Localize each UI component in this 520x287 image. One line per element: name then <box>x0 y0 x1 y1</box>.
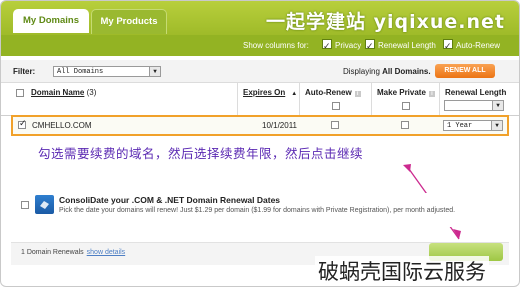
renewal-length-header: Renewal Length <box>445 88 507 97</box>
filter-select[interactable]: All Domains ▼ <box>53 66 161 77</box>
show-columns-bar: Show columns for: Privacy Renewal Length… <box>1 35 519 57</box>
row-select-checkbox[interactable] <box>18 118 27 129</box>
chevron-down-icon: ▼ <box>492 101 503 110</box>
filter-label: Filter: <box>13 67 36 76</box>
domain-name-cell[interactable]: CMHELLO.COM <box>32 117 92 134</box>
annotation-text: 勾选需要续费的域名，然后选择续费年限，然后点击继续 <box>38 146 364 161</box>
expires-cell: 10/1/2011 <box>262 121 297 130</box>
tab-my-products[interactable]: My Products <box>91 9 167 34</box>
make-private-all-checkbox[interactable] <box>402 102 410 110</box>
col-expires-on: Expires On ▲ <box>237 83 299 115</box>
displaying-value: All Domains. <box>382 67 431 76</box>
consolidate-title: ConsoliDate your .COM & .NET Domain Rene… <box>59 195 281 205</box>
tab-my-domains[interactable]: My Domains <box>13 9 89 33</box>
row-renewal-length-select[interactable]: 1 Year ▼ <box>443 120 503 131</box>
auto-renew-all-checkbox[interactable] <box>332 102 340 110</box>
privacy-checkbox[interactable] <box>322 36 332 57</box>
header-band: My Domains My Products 一起学建站 yiqixue.net… <box>1 1 519 57</box>
info-icon[interactable]: i <box>354 91 361 97</box>
column-option-privacy[interactable]: Privacy <box>322 35 362 57</box>
info-icon[interactable]: i <box>428 91 435 97</box>
row-make-private-checkbox[interactable] <box>401 121 409 129</box>
domain-manager-panel: My Domains My Products 一起学建站 yiqixue.net… <box>0 0 520 287</box>
show-details-link[interactable]: show details <box>87 249 126 256</box>
col-auto-renew: Auto-Renew i <box>299 83 371 115</box>
row-renewal-length-value: 1 Year <box>447 122 473 130</box>
auto-renew-header: Auto-Renew i <box>305 88 361 97</box>
renewal-length-checkbox[interactable] <box>365 36 375 57</box>
displaying-prefix: Displaying <box>343 67 383 76</box>
make-private-header-label: Make Private <box>377 88 426 97</box>
consolidate-checkbox[interactable] <box>21 201 29 209</box>
consolidate-logo-icon <box>35 195 54 214</box>
renewal-count-text: 1 Domain Renewals <box>21 249 84 256</box>
expires-on-header[interactable]: Expires On ▲ <box>243 88 297 97</box>
domain-count: (3) <box>86 88 97 97</box>
displaying-text: Displaying All Domains. <box>343 67 431 76</box>
sort-up-icon: ▲ <box>291 91 298 97</box>
brand-overlay-text: 破蜗壳国际云服务 <box>315 256 489 286</box>
show-columns-label: Show columns for: <box>243 41 309 50</box>
renewal-length-all-select[interactable]: ▼ <box>444 100 504 111</box>
watermark-text: 一起学建站 yiqixue.net <box>265 11 505 33</box>
table-row: CMHELLO.COM 10/1/2011 1 Year ▼ <box>11 115 509 136</box>
table-header: Domain Name (3) Expires On ▲ Auto-Renew i … <box>1 83 519 116</box>
renewal-length-option-label: Renewal Length <box>378 41 436 50</box>
privacy-option-label: Privacy <box>335 41 362 50</box>
consolidate-description: Pick the date your domains will renew! J… <box>59 207 456 214</box>
domain-name-header[interactable]: Domain Name (3) <box>31 88 96 97</box>
chevron-down-icon: ▼ <box>491 121 502 130</box>
column-option-auto-renew[interactable]: Auto-Renew <box>443 35 501 57</box>
renew-all-button[interactable]: RENEW ALL <box>435 64 495 78</box>
auto-renew-checkbox[interactable] <box>443 36 453 57</box>
column-option-renewal-length[interactable]: Renewal Length <box>365 35 436 57</box>
filter-row: Filter: All Domains ▼ Displaying All Dom… <box>1 60 519 83</box>
auto-renew-header-label: Auto-Renew <box>305 88 352 97</box>
col-domain-name: Domain Name (3) <box>1 83 237 115</box>
make-private-header: Make Private i <box>377 88 435 97</box>
renewal-count: 1 Domain Renewals show details <box>21 249 125 256</box>
expires-on-header-label: Expires On <box>243 88 286 97</box>
row-auto-renew-checkbox[interactable] <box>331 121 339 129</box>
domain-name-header-label: Domain Name <box>31 88 85 97</box>
select-all-checkbox[interactable] <box>16 89 24 97</box>
consolidate-promo: ConsoliDate your .COM & .NET Domain Rene… <box>11 193 509 227</box>
col-make-private: Make Private i <box>371 83 439 115</box>
col-renewal-length: Renewal Length ▼ <box>439 83 519 115</box>
auto-renew-option-label: Auto-Renew <box>456 41 501 50</box>
chevron-down-icon: ▼ <box>149 67 160 76</box>
filter-selected-value: All Domains <box>57 68 104 76</box>
